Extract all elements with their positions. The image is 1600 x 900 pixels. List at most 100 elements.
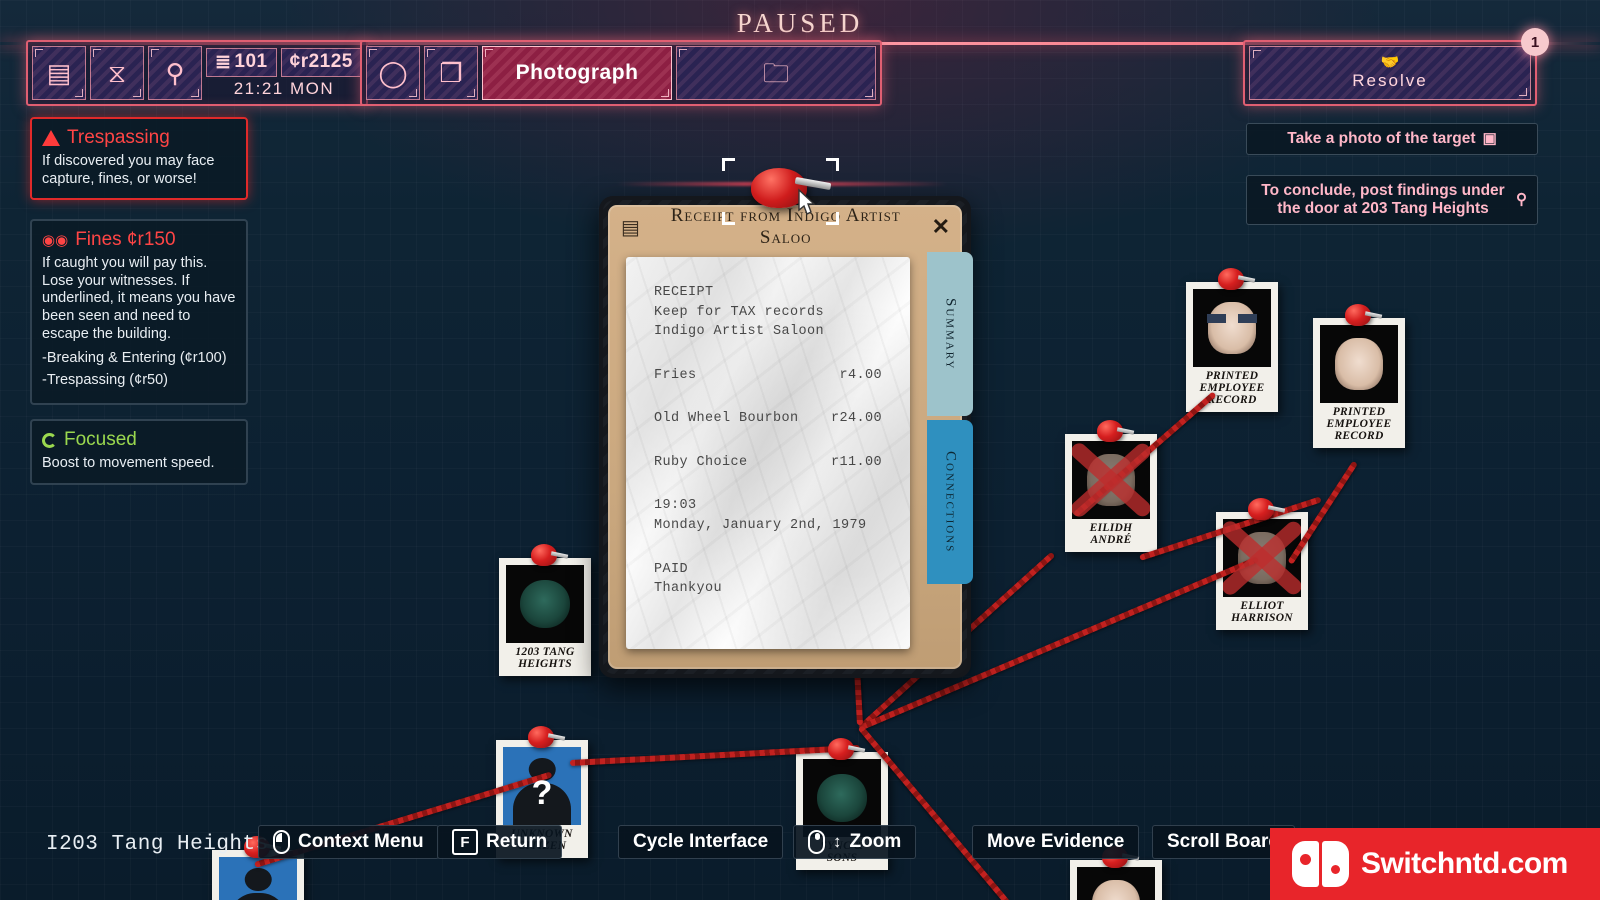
receipt-item-price: r24.00 [830, 411, 882, 427]
hint-context-menu[interactable]: Context Menu [258, 825, 439, 859]
hint-label: Cycle Interface [633, 831, 769, 852]
notebook-button[interactable]: ▤ [32, 46, 86, 100]
status-panel-focused: Focused Boost to movement speed. [30, 419, 248, 485]
folder-plus-icon: 🗀 [762, 58, 789, 88]
hud-stats: ≣ 101 ¢r2125 21:21 MON [206, 46, 362, 100]
ring-icon: ◯ [378, 58, 408, 88]
panel-body: If caught you will pay this. Lose your w… [42, 255, 236, 342]
mouse-scroll-icon [808, 830, 825, 854]
health-stat: ≣ 101 [206, 47, 277, 77]
tab-summary[interactable]: Summary [927, 252, 973, 416]
receipt-header-line: Indigo Artist Saloon [654, 324, 825, 340]
money-stat: ¢r2125 [280, 47, 362, 77]
selection-corner [826, 158, 839, 171]
hint-zoom[interactable]: ↕ Zoom [793, 825, 917, 859]
focus-icon [42, 432, 57, 448]
receipt-header-line: RECEIPT [654, 285, 714, 300]
fine-list: -Breaking & Entering (¢r100) -Trespassin… [42, 350, 236, 389]
dialog-side-tabs: Summary Connections [927, 252, 973, 588]
selection-corner [722, 158, 735, 171]
card-thumbnail [1320, 325, 1398, 403]
receipt-header-line: Keep for TAX records [654, 304, 825, 320]
location-label: I203 Tang Heights [46, 833, 269, 856]
scroll-arrows-icon: ↕ [833, 832, 842, 851]
panel-title: Trespassing [42, 127, 236, 149]
objective-post-findings[interactable]: To conclude, post findings under the doo… [1246, 175, 1538, 225]
mouse-cursor-icon [798, 188, 816, 215]
resolve-label: Resolve [1352, 71, 1428, 90]
dialog-folder: ▤ Receipt from Indigo Artist Saloo ✕ REC… [608, 205, 962, 669]
status-panel-trespassing: Trespassing If discovered you may face c… [30, 117, 248, 201]
selection-corner [722, 212, 735, 225]
fine-item: -Trespassing (¢r50) [42, 371, 168, 388]
receipt-item-name: Ruby Choice [654, 454, 748, 470]
panel-title-text: Fines ¢r150 [75, 229, 176, 250]
switch-logo-icon [1292, 841, 1349, 887]
map-pin-icon: ⚲ [1516, 191, 1527, 209]
mouse-left-icon [273, 830, 290, 854]
notebook-icon: ▤ [46, 58, 72, 88]
hint-move-evidence[interactable]: Move Evidence [972, 825, 1140, 859]
panel-title: Focused [42, 429, 236, 451]
location-pin-icon: ⚲ [165, 58, 185, 88]
close-icon[interactable]: ✕ [932, 214, 950, 240]
health-icon: ≣ [215, 51, 232, 73]
receipt-item: Ruby Choice r11.00 [654, 453, 882, 473]
new-case-button[interactable]: 🗀 [676, 46, 876, 100]
receipt-paid: PAID [654, 561, 689, 577]
coins-icon: ◉◉ [42, 232, 69, 249]
receipt-item-price: r4.00 [839, 367, 882, 383]
evidence-card[interactable]: Printed Employee Record [1313, 304, 1405, 449]
notes-button[interactable]: ❐ [424, 46, 478, 100]
dna-icon: ⧖ [107, 58, 127, 88]
receipt-item-name: Old Wheel Bourbon [654, 411, 799, 427]
health-value: 101 [234, 51, 268, 72]
card-caption: 1203 Tang Heights [515, 646, 575, 671]
receipt-item: Old Wheel Bourbon r24.00 [654, 409, 882, 429]
document-icon: ▤ [621, 216, 640, 239]
map-button[interactable]: ⚲ [148, 46, 202, 100]
hud-left-group: ▤ ⧖ ⚲ ≣ 101 ¢r2125 21:21 MON [26, 40, 368, 106]
camera-icon: ▣ [1482, 130, 1497, 148]
evidence-dialog[interactable]: Summary Connections ▤ Receipt from Indig… [599, 168, 973, 678]
notes-icon: ❐ [439, 58, 463, 88]
hint-label: Context Menu [298, 831, 424, 852]
hint-label: Return [486, 831, 548, 852]
card-caption: Eilidh André [1089, 522, 1133, 547]
objective-text: To conclude, post findings under the doo… [1261, 182, 1505, 217]
watermark-banner: Switchntd.com [1270, 828, 1600, 900]
receipt-item-name: Fries [654, 367, 697, 383]
hint-label: Scroll Board [1167, 831, 1280, 852]
evidence-card[interactable]: 1203 Tang Heights [499, 544, 591, 677]
resolve-group: 🤝 Resolve 1 [1243, 28, 1549, 106]
hud-mode-group: ◯ ❐ Photograph 🗀 [360, 40, 882, 106]
card-caption: Printed Employee Record [1326, 406, 1392, 443]
photograph-button[interactable]: Photograph [482, 46, 672, 100]
card-caption: Elliot Harrison [1231, 600, 1293, 625]
warning-triangle-icon [42, 130, 60, 146]
receipt-item: Fries r4.00 [654, 366, 882, 386]
objective-take-photo[interactable]: Take a photo of the target ▣ [1246, 123, 1538, 155]
resolve-badge: 1 [1521, 28, 1549, 56]
watermark-text: Switchntd.com [1361, 847, 1568, 880]
receipt-item-price: r11.00 [830, 454, 882, 470]
receipt-paper: RECEIPT Keep for TAX records Indigo Arti… [626, 257, 910, 649]
hint-label: Zoom [849, 831, 902, 852]
resolve-button[interactable]: 🤝 Resolve [1249, 46, 1531, 100]
ring-button[interactable]: ◯ [366, 46, 420, 100]
receipt-thanks: Thankyou [654, 581, 723, 597]
hint-cycle-interface[interactable]: Cycle Interface [618, 825, 784, 859]
objective-text: Take a photo of the target [1287, 130, 1476, 147]
evidence-card[interactable]: Printed Employee Record [1186, 268, 1278, 413]
paused-label: PAUSED [736, 8, 864, 38]
panel-title-text: Focused [64, 429, 137, 450]
handshake-icon: 🤝 [1380, 54, 1400, 71]
clock-label: 21:21 MON [233, 78, 335, 98]
panel-title-text: Trespassing [67, 127, 170, 148]
hint-return[interactable]: F Return [437, 825, 563, 859]
hint-label: Move Evidence [987, 831, 1125, 852]
tab-connections[interactable]: Connections [927, 420, 973, 584]
dna-button[interactable]: ⧖ [90, 46, 144, 100]
panel-body: Boost to movement speed. [42, 455, 215, 471]
panel-body: If discovered you may face capture, fine… [42, 153, 215, 187]
